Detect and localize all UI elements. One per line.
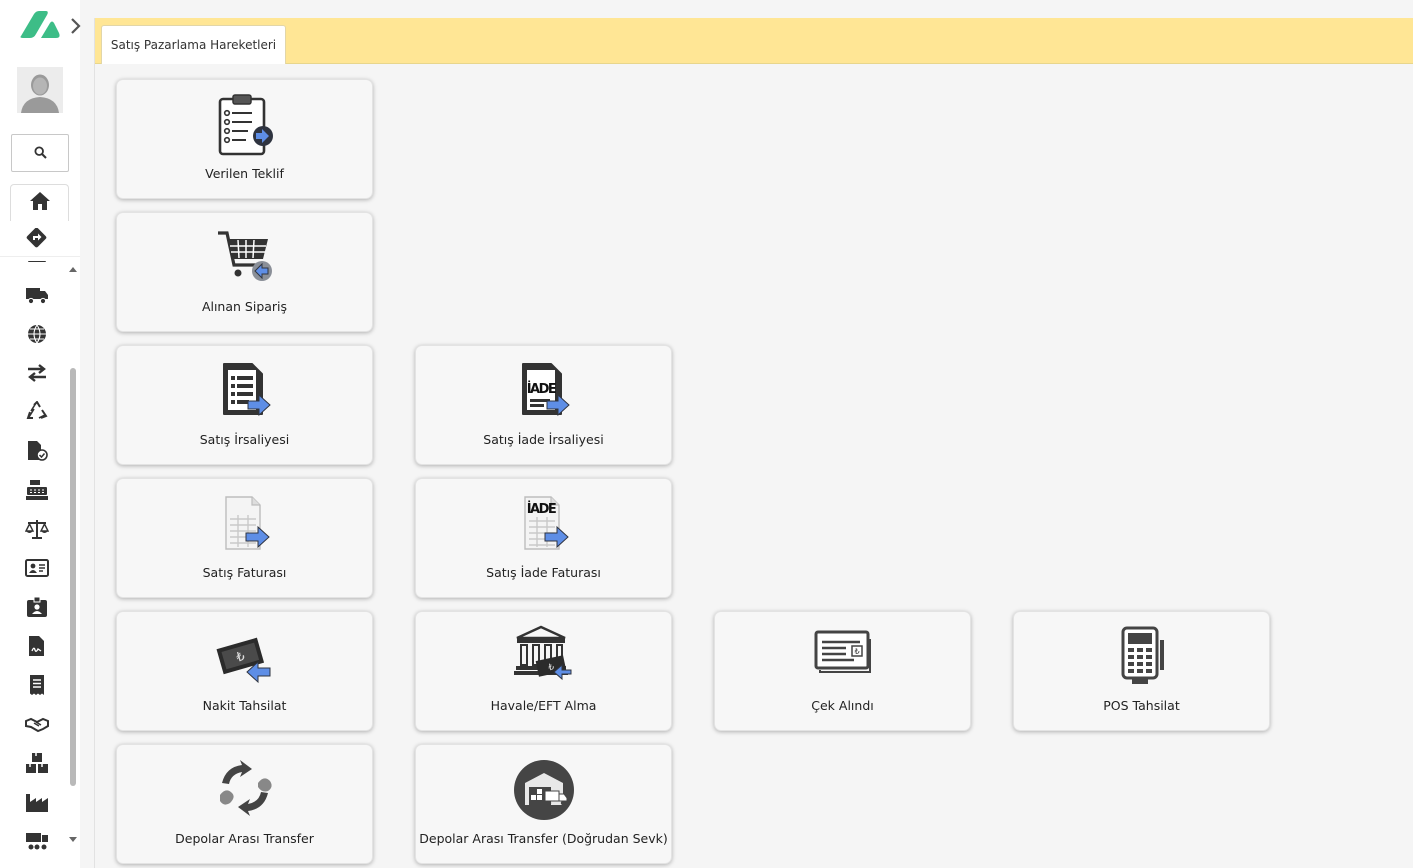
card-havale-eft-alma[interactable]: ₺ Havale/EFT Alma xyxy=(415,611,672,731)
cheque-icon: ₺ xyxy=(715,624,970,690)
card-nakit-tahsilat[interactable]: ₺ Nakit Tahsilat xyxy=(116,611,373,731)
shipping-icon[interactable] xyxy=(25,830,49,852)
boxes-icon[interactable] xyxy=(25,752,49,774)
transfer-arrows-icon[interactable] xyxy=(25,362,49,384)
card-label: Alınan Sipariş xyxy=(201,299,288,314)
truck-icon[interactable] xyxy=(25,284,49,306)
card-satis-irsaliyesi[interactable]: Satış İrsaliyesi xyxy=(116,345,373,465)
card-label: Satış İade Faturası xyxy=(486,565,601,580)
return-dispatch-document-icon: İADE xyxy=(416,358,671,424)
content-separator xyxy=(94,18,95,868)
sidebar xyxy=(0,0,82,868)
card-satis-iade-faturasi[interactable]: İADE Satış İade Faturası xyxy=(415,478,672,598)
card-depolar-arasi-transfer[interactable]: Depolar Arası Transfer xyxy=(116,744,373,864)
recycle-icon[interactable] xyxy=(25,400,49,423)
card-alinan-siparis[interactable]: Alınan Sipariş xyxy=(116,212,373,332)
search-button[interactable] xyxy=(11,134,69,172)
card-depolar-arasi-transfer-dogrudan-sevk[interactable]: Depolar Arası Transfer (Doğrudan Sevk) xyxy=(415,744,672,864)
card-label: Nakit Tahsilat xyxy=(202,698,287,713)
home-icon xyxy=(29,191,51,215)
card-label: Satış Faturası xyxy=(202,565,287,580)
home-tab[interactable] xyxy=(10,184,69,221)
card-pos-tahsilat[interactable]: POS Tahsilat xyxy=(1013,611,1270,731)
card-label: Depolar Arası Transfer xyxy=(175,831,314,846)
route-sign-icon[interactable] xyxy=(25,227,49,254)
cash-collection-icon: ₺ xyxy=(117,624,372,690)
card-label: Havale/EFT Alma xyxy=(490,698,597,713)
card-label: Satış İade İrsaliyesi xyxy=(483,432,604,447)
globe-icon[interactable] xyxy=(25,323,49,345)
sidebar-scrollbar-thumb[interactable] xyxy=(70,368,76,786)
factory-icon[interactable] xyxy=(25,791,49,813)
clipboard-checklist-icon xyxy=(117,92,372,158)
tab-satis-pazarlama-hareketleri[interactable]: Satış Pazarlama Hareketleri xyxy=(101,25,286,64)
svg-text:₺: ₺ xyxy=(854,647,859,656)
card-label: Verilen Teklif xyxy=(205,166,284,181)
cash-register-icon[interactable] xyxy=(25,479,49,501)
search-icon xyxy=(33,144,47,163)
dispatch-document-icon xyxy=(117,358,372,424)
card-satis-faturasi[interactable]: Satış Faturası xyxy=(116,478,373,598)
direct-shipment-warehouse-icon xyxy=(416,757,671,823)
warehouse-transfer-icon xyxy=(117,757,372,823)
shopping-cart-return-icon xyxy=(117,225,372,291)
card-label: Depolar Arası Transfer (Doğrudan Sevk) xyxy=(419,831,668,846)
card-verilen-teklif[interactable]: Verilen Teklif xyxy=(116,79,373,199)
partially-hidden-menu-icon[interactable] xyxy=(28,254,46,262)
iade-stamp-text: İADE xyxy=(526,381,555,397)
tab-bar xyxy=(95,18,1413,64)
card-satis-iade-irsaliyesi[interactable]: İADE Satış İade İrsaliyesi xyxy=(415,345,672,465)
iade-stamp-text: İADE xyxy=(526,501,555,517)
handshake-icon[interactable] xyxy=(25,713,49,735)
receipt-icon[interactable] xyxy=(25,674,49,696)
pos-terminal-icon xyxy=(1014,624,1269,690)
bank-transfer-icon: ₺ xyxy=(416,624,671,690)
file-signature-icon[interactable] xyxy=(25,635,49,657)
card-label: Satış İrsaliyesi xyxy=(199,432,290,447)
card-label: Çek Alındı xyxy=(811,698,874,713)
balance-scale-icon[interactable] xyxy=(24,518,50,540)
return-invoice-icon: İADE xyxy=(416,491,671,557)
scroll-up-arrow[interactable] xyxy=(68,258,78,277)
id-badge-icon[interactable] xyxy=(25,596,49,618)
scroll-down-arrow[interactable] xyxy=(68,829,78,848)
user-avatar-icon[interactable] xyxy=(17,67,63,113)
card-cek-alindi[interactable]: ₺ Çek Alındı xyxy=(714,611,971,731)
brand-logo-icon[interactable] xyxy=(19,10,61,46)
card-label: POS Tahsilat xyxy=(1103,698,1180,713)
file-check-icon[interactable] xyxy=(25,440,49,462)
chevron-right-icon[interactable] xyxy=(70,17,82,39)
invoice-icon xyxy=(117,491,372,557)
id-card-icon[interactable] xyxy=(25,557,49,579)
